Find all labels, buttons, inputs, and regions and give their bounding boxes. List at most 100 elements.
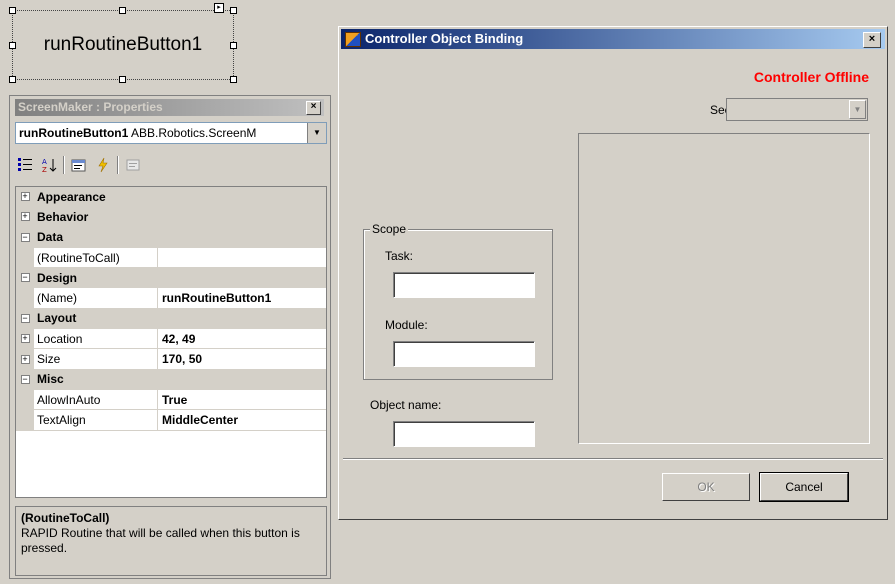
properties-icon[interactable] (69, 155, 89, 175)
property-row-routine-to-call[interactable]: (RoutineToCall) (16, 247, 326, 269)
resize-handle-e[interactable] (230, 42, 237, 49)
dialog-divider (343, 458, 883, 460)
object-name-label: Object name: (370, 398, 442, 412)
alphabetical-icon[interactable]: AZ (39, 155, 59, 175)
resize-handle-se[interactable] (230, 76, 237, 83)
row-margin: − (16, 268, 34, 288)
row-margin (16, 389, 34, 410)
property-row-allow-in-auto[interactable]: AllowInAuto True (16, 389, 326, 411)
description-text: RAPID Routine that will be called when t… (21, 526, 300, 555)
controller-objects-list[interactable] (578, 133, 870, 444)
svg-text:A: A (42, 158, 47, 166)
row-margin: + (16, 187, 34, 207)
property-value[interactable] (158, 248, 326, 267)
row-margin (16, 247, 34, 268)
property-name: TextAlign (34, 410, 158, 430)
resize-handle-sw[interactable] (9, 76, 16, 83)
property-row-location[interactable]: + Location 42, 49 (16, 329, 326, 350)
properties-title-bar: ScreenMaker : Properties × (15, 99, 324, 116)
category-appearance[interactable]: + Appearance (16, 187, 326, 208)
category-label: Layout (37, 311, 77, 326)
resize-handle-nw[interactable] (9, 7, 16, 14)
collapse-icon[interactable]: − (20, 273, 30, 283)
property-value[interactable]: runRoutineButton1 (158, 288, 326, 307)
description-title: (RoutineToCall) (21, 511, 110, 525)
property-value[interactable]: 170, 50 (158, 349, 326, 368)
row-margin: + (16, 329, 34, 349)
object-name-field[interactable] (393, 421, 535, 447)
property-name: AllowInAuto (34, 389, 158, 410)
chevron-down-icon[interactable]: ▼ (307, 123, 326, 143)
dialog-title: Controller Object Binding (365, 31, 524, 46)
property-grid: + Appearance + Behavior − Data (RoutineT… (15, 186, 327, 498)
property-description-panel: (RoutineToCall) RAPID Routine that will … (15, 506, 327, 576)
property-value[interactable]: True (158, 390, 326, 409)
object-selector-type: ABB.Robotics.ScreenM (130, 126, 257, 140)
category-label: Misc (37, 372, 64, 387)
category-layout[interactable]: − Layout (16, 308, 326, 330)
object-selector-name: runRoutineButton1 (19, 126, 129, 140)
properties-close-icon[interactable]: × (306, 101, 321, 115)
expand-icon[interactable]: + (20, 334, 30, 344)
properties-window: ScreenMaker : Properties × runRoutineBut… (9, 95, 331, 579)
events-icon[interactable] (93, 155, 113, 175)
row-margin: − (16, 227, 34, 247)
app-icon (345, 32, 361, 47)
property-value[interactable]: MiddleCenter (158, 410, 326, 429)
category-misc[interactable]: − Misc (16, 369, 326, 390)
resize-handle-w[interactable] (9, 42, 16, 49)
expand-icon[interactable]: + (20, 212, 30, 222)
object-selector[interactable]: runRoutineButton1 ABB.Robotics.ScreenM ▼ (15, 122, 327, 144)
collapse-icon[interactable]: − (20, 313, 30, 323)
property-row-text-align[interactable]: TextAlign MiddleCenter (16, 410, 326, 431)
designer-run-routine-button[interactable]: runRoutineButton1 (12, 10, 234, 80)
category-label: Design (37, 270, 78, 285)
category-behavior[interactable]: + Behavior (16, 207, 326, 228)
row-margin: − (16, 369, 34, 389)
close-icon[interactable]: × (863, 32, 881, 48)
task-field[interactable] (393, 272, 535, 298)
properties-title: ScreenMaker : Properties (18, 100, 163, 114)
scope-legend: Scope (370, 222, 409, 236)
cancel-button[interactable]: Cancel (759, 472, 849, 502)
dialog-title-bar[interactable]: Controller Object Binding × (341, 29, 885, 49)
row-margin: + (16, 349, 34, 369)
property-row-name[interactable]: (Name) runRoutineButton1 (16, 288, 326, 309)
ok-button[interactable]: OK (662, 473, 750, 501)
collapse-icon[interactable]: − (20, 374, 30, 384)
designer-button-text: runRoutineButton1 (43, 34, 203, 55)
controller-status: Controller Offline (753, 69, 869, 85)
resize-handle-n[interactable] (119, 7, 126, 14)
category-label: Data (37, 230, 64, 245)
category-data[interactable]: − Data (16, 227, 326, 248)
property-value[interactable]: 42, 49 (158, 329, 326, 348)
expand-icon[interactable]: + (20, 354, 30, 364)
expand-icon[interactable]: + (20, 192, 30, 202)
see-dropdown: ▼ (726, 98, 868, 121)
task-label: Task: (385, 249, 414, 263)
properties-toolbar: AZ (15, 153, 143, 177)
module-label: Module: (385, 318, 428, 332)
row-margin: − (16, 308, 34, 329)
toolbar-separator (63, 156, 65, 174)
row-margin (16, 410, 34, 430)
svg-text:Z: Z (42, 166, 47, 173)
module-field[interactable] (393, 341, 535, 367)
property-pages-icon (123, 155, 143, 175)
categorized-icon[interactable] (15, 155, 35, 175)
resize-handle-ne[interactable] (230, 7, 237, 14)
property-name: Size (34, 349, 158, 369)
row-margin (16, 288, 34, 308)
smart-tag-icon[interactable]: ▸ (214, 3, 224, 13)
category-design[interactable]: − Design (16, 268, 326, 289)
collapse-icon[interactable]: − (20, 232, 30, 242)
chevron-down-icon: ▼ (849, 100, 866, 119)
category-label: Behavior (37, 209, 89, 224)
property-name: (RoutineToCall) (34, 247, 158, 268)
category-label: Appearance (37, 189, 106, 204)
resize-handle-s[interactable] (119, 76, 126, 83)
property-row-size[interactable]: + Size 170, 50 (16, 349, 326, 370)
row-margin: + (16, 207, 34, 227)
property-name: Location (34, 329, 158, 349)
controller-object-binding-dialog: Controller Object Binding × Controller O… (338, 26, 888, 520)
